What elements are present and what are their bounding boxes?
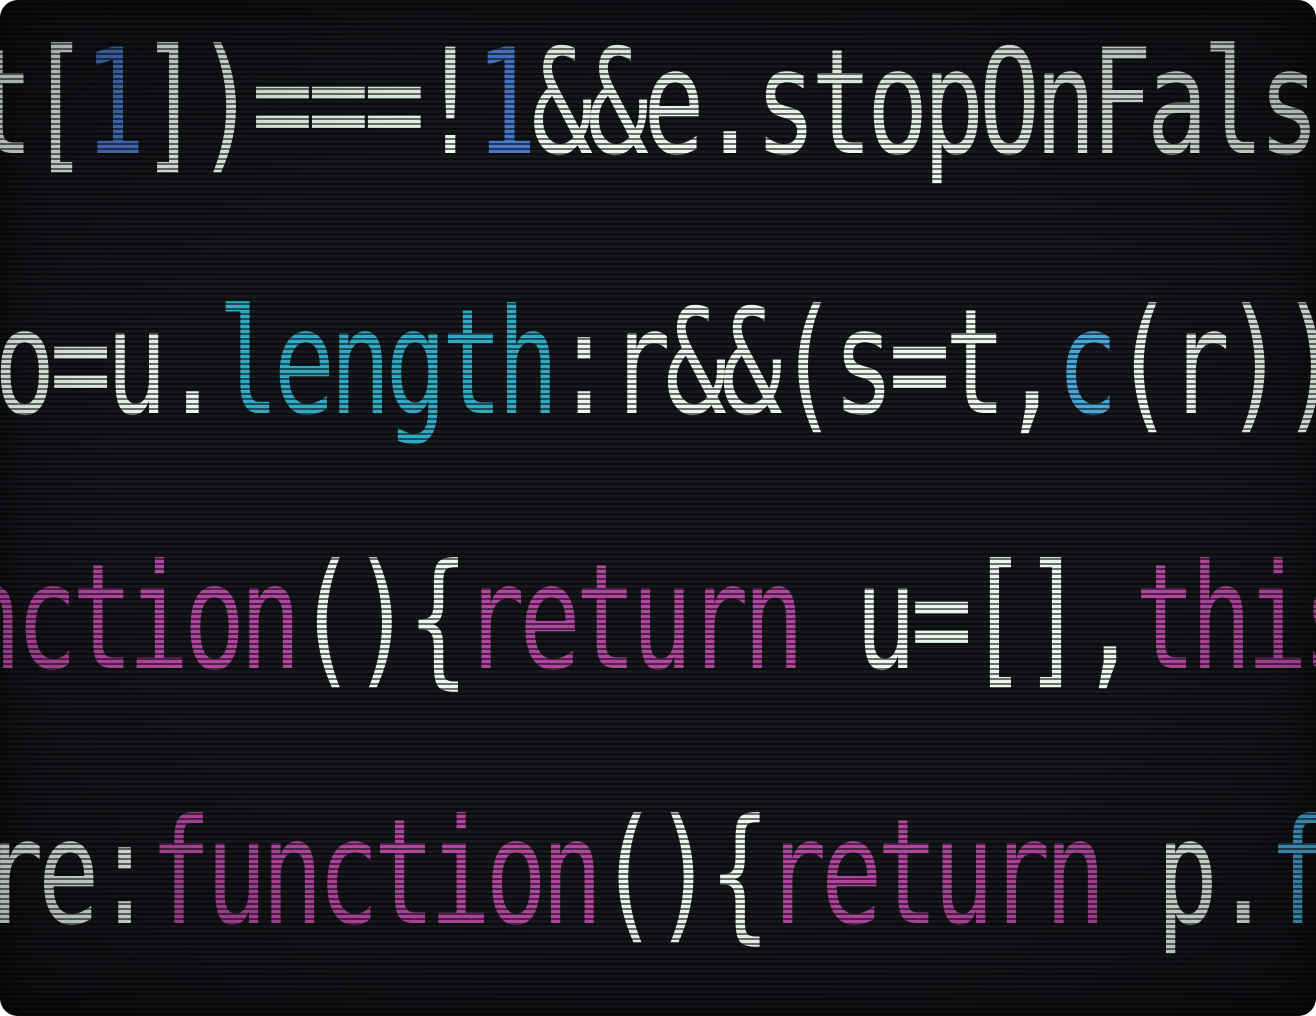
code-token-prop: length — [217, 278, 559, 448]
code-token-keyword: function — [149, 788, 603, 958]
code-token-plain: re: — [0, 788, 155, 958]
code-token-keyword: return — [463, 533, 804, 703]
code-line-3: nction(){return u=[],this},disable:funct… — [0, 545, 1316, 691]
code-token-plain: ?o=u. — [0, 278, 223, 448]
code-token-method: fireWith — [1268, 788, 1316, 958]
code-token-plain: t[ — [0, 18, 89, 188]
code-token-plain: p. — [1100, 788, 1274, 958]
code-token-plain: (){ — [295, 533, 469, 703]
code-token-plain: :r&&(s=t, — [553, 278, 1062, 448]
code-token-keyword: this — [1134, 533, 1316, 703]
code-line-2: ?o=u.length:r&&(s=t,c(r))}return this},r… — [0, 290, 1316, 436]
code-token-number: 1 — [475, 18, 537, 188]
code-token-plain: (){ — [597, 788, 770, 958]
code-token-plain: u=[], — [798, 533, 1140, 703]
code-token-keyword: return — [765, 788, 1106, 958]
code-line-4: re:function(){return p.fireWith(this,arg… — [0, 800, 1316, 946]
code-token-method: c — [1056, 278, 1119, 448]
code-token-number: 1 — [83, 18, 146, 188]
code-token-plain: ])===! — [139, 18, 481, 188]
code-screen-photo: t[1])===!1&&e.stopOnFalse){r=!1;break}n=… — [0, 0, 1316, 1016]
code-token-keyword: nction — [0, 533, 301, 703]
code-token-plain: (r))} — [1112, 278, 1316, 448]
code-line-1: t[1])===!1&&e.stopOnFalse){r=!1;break}n=… — [0, 30, 1316, 176]
code-token-plain: &&e.stopOnFalse){r=! — [531, 18, 1316, 188]
